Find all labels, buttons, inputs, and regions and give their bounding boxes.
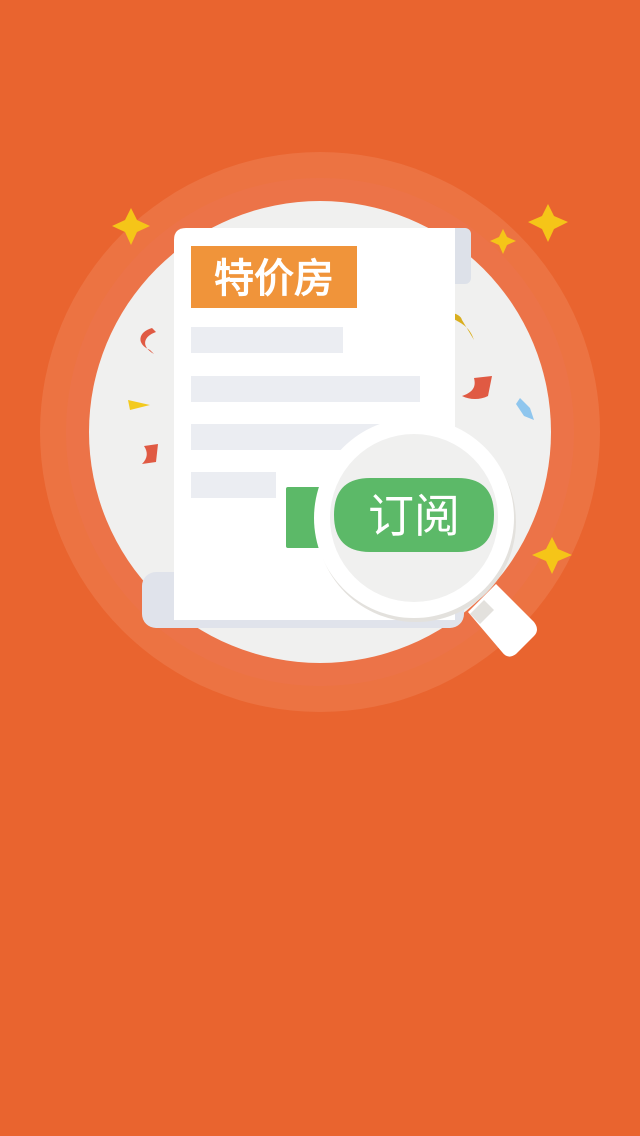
tag-label: 特价房: [214, 256, 334, 302]
placeholder-line: [191, 376, 420, 402]
subscribe-button-label[interactable]: 订阅: [368, 489, 460, 543]
subscribe-button[interactable]: 订阅: [334, 478, 494, 552]
splash-illustration: 特价房 订阅: [0, 0, 640, 760]
special-price-tag: 特价房: [191, 246, 357, 308]
placeholder-line: [191, 472, 276, 498]
sparkle-icon: [528, 204, 568, 242]
illustration-svg: 特价房 订阅: [40, 152, 600, 712]
placeholder-line: [191, 327, 343, 353]
